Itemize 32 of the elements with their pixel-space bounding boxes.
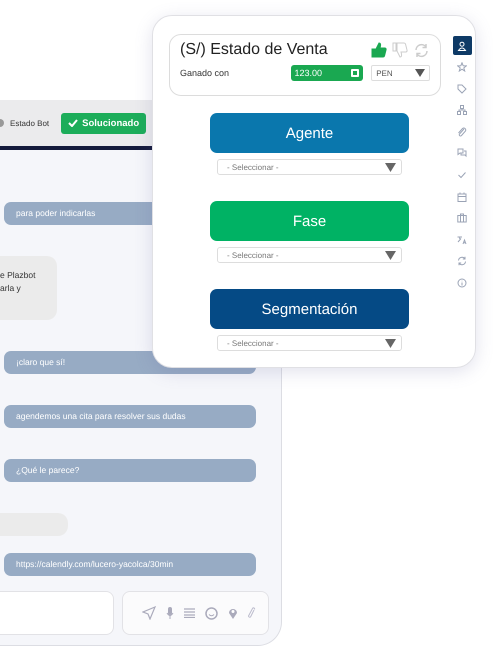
select-field[interactable]: - Seleccionar - [217, 159, 402, 175]
dropdown-arrow-icon [385, 250, 396, 260]
dropdown-arrow-icon [415, 69, 425, 77]
thumbs-down-icon[interactable] [392, 42, 408, 58]
microphone-icon[interactable] [166, 606, 174, 620]
emoji-icon[interactable] [205, 606, 218, 620]
bot-status-label: Estado Bot [10, 118, 50, 128]
message-bubble: agendemos una cita para resolver sus dudas [4, 405, 256, 428]
paperclip-icon[interactable] [248, 606, 256, 620]
action-button[interactable]: Segmentación [210, 289, 409, 329]
amount-label: Ganado con [180, 68, 230, 78]
location-icon[interactable] [228, 606, 238, 620]
message-bubble: e Plazbot arla y [0, 256, 57, 320]
refresh-icon[interactable] [413, 42, 430, 58]
action-button[interactable]: Fase [210, 201, 409, 241]
currency-select[interactable]: PEN [371, 65, 430, 81]
message-input[interactable] [0, 591, 114, 635]
select-field[interactable]: - Seleccionar - [217, 335, 402, 351]
action-button[interactable]: Agente [210, 113, 409, 153]
check-icon [68, 119, 78, 127]
user-icon[interactable] [452, 36, 472, 55]
solved-button[interactable]: Solucionado [61, 112, 146, 134]
message-bubble: https://calendly.com/lucero-yacolca/30min [4, 553, 256, 576]
list-icon[interactable] [184, 608, 195, 618]
panel-title: (S/) Estado de Venta [180, 41, 328, 59]
send-icon[interactable] [142, 606, 156, 620]
dropdown-arrow-icon [385, 162, 396, 172]
message-bubble: ¿Qué le parece? [4, 459, 256, 482]
select-field[interactable]: - Seleccionar - [217, 247, 402, 263]
amount-field[interactable]: 123.00 [290, 65, 364, 81]
dropdown-arrow-icon [385, 338, 396, 348]
thumbs-up-icon[interactable] [371, 42, 387, 58]
